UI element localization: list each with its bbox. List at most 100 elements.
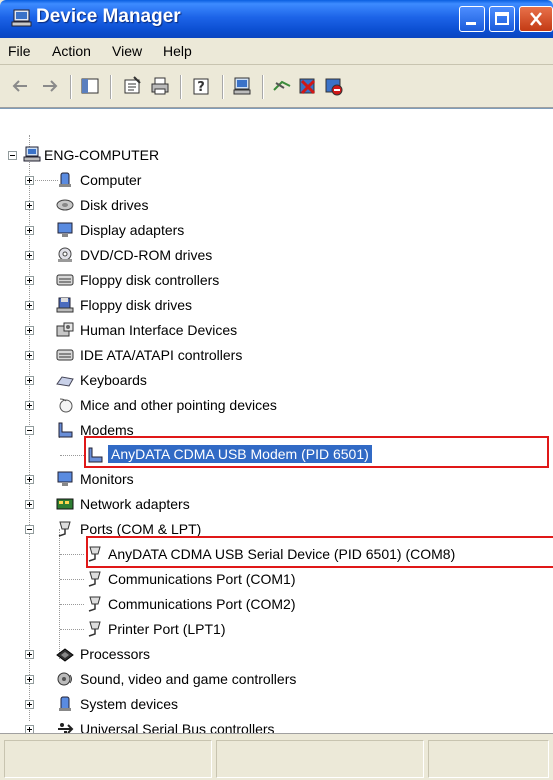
tree-item-disk-drives[interactable]: Disk drives xyxy=(0,193,553,218)
expand-toggle[interactable] xyxy=(25,650,34,659)
tree-item-com2[interactable]: Communications Port (COM2) xyxy=(0,592,553,617)
window-title: Device Manager xyxy=(36,6,181,27)
toolbar: ? xyxy=(0,65,553,108)
port-icon xyxy=(58,521,71,537)
expand-toggle[interactable] xyxy=(25,500,34,509)
uninstall-icon[interactable] xyxy=(298,76,318,96)
serial-device-highlight-box xyxy=(86,536,553,568)
tree-item-label: Floppy disk drives xyxy=(80,297,193,313)
tree-item-lpt1[interactable]: Printer Port (LPT1) xyxy=(0,617,553,642)
help-icon[interactable]: ? xyxy=(192,76,212,96)
network-adapter-icon xyxy=(56,498,74,510)
toolbar-separator xyxy=(110,75,112,99)
tree-item-label: Network adapters xyxy=(80,496,190,512)
back-icon[interactable] xyxy=(10,76,30,96)
device-manager-icon xyxy=(11,9,32,27)
computer-icon xyxy=(23,146,41,162)
toolbar-separator xyxy=(222,75,224,99)
tree-item-display-adapters[interactable]: Display adapters xyxy=(0,218,553,243)
status-pane xyxy=(428,740,549,778)
menu-view[interactable]: View xyxy=(112,43,142,59)
hid-icon xyxy=(56,322,74,337)
tree-item-label: Disk drives xyxy=(80,197,149,213)
show-hide-tree-icon[interactable] xyxy=(80,76,100,96)
tree-item-keyboards[interactable]: Keyboards xyxy=(0,368,553,393)
tree-item-label: Display adapters xyxy=(80,222,185,238)
menu-bar: File Action View Help xyxy=(0,38,553,65)
tree-item-mice[interactable]: Mice and other pointing devices xyxy=(0,393,553,418)
disable-icon[interactable] xyxy=(324,76,344,96)
toolbar-separator xyxy=(262,75,264,99)
sound-icon xyxy=(57,672,72,686)
status-pane xyxy=(4,740,212,778)
title-bar[interactable]: Device Manager xyxy=(0,0,553,38)
menu-file[interactable]: File xyxy=(8,43,31,59)
expand-toggle[interactable] xyxy=(25,301,34,310)
properties-icon[interactable] xyxy=(122,76,142,96)
expand-toggle[interactable] xyxy=(25,351,34,360)
keyboard-icon xyxy=(56,376,74,387)
tree-item-label: Monitors xyxy=(80,471,134,487)
collapse-toggle[interactable] xyxy=(25,426,34,435)
modem-highlight-box xyxy=(84,436,549,468)
controller-icon xyxy=(56,274,74,286)
tree-item-label: Communications Port (COM2) xyxy=(108,596,296,612)
toolbar-separator xyxy=(70,75,72,99)
computer-icon xyxy=(59,172,71,187)
expand-toggle[interactable] xyxy=(25,326,34,335)
expand-toggle[interactable] xyxy=(25,376,34,385)
maximize-button[interactable] xyxy=(489,6,515,32)
mouse-icon xyxy=(59,398,73,413)
expand-toggle[interactable] xyxy=(25,276,34,285)
expand-toggle[interactable] xyxy=(25,401,34,410)
device-tree[interactable]: ENG-COMPUTER Computer Disk drives Displa… xyxy=(0,108,553,737)
menu-action[interactable]: Action xyxy=(52,43,91,59)
collapse-toggle[interactable] xyxy=(25,525,34,534)
toolbar-separator xyxy=(180,75,182,99)
close-icon xyxy=(530,12,542,26)
expand-toggle[interactable] xyxy=(25,251,34,260)
tree-item-label: Keyboards xyxy=(80,372,147,388)
expand-toggle[interactable] xyxy=(25,226,34,235)
expand-toggle[interactable] xyxy=(25,201,34,210)
expand-toggle[interactable] xyxy=(25,675,34,684)
ide-controller-icon xyxy=(56,349,74,361)
tree-item-ide[interactable]: IDE ATA/ATAPI controllers xyxy=(0,343,553,368)
port-icon xyxy=(88,571,101,587)
tree-item-label: Ports (COM & LPT) xyxy=(80,521,202,537)
tree-item-sound[interactable]: Sound, video and game controllers xyxy=(0,667,553,692)
tree-item-processors[interactable]: Processors xyxy=(0,642,553,667)
tree-item-monitors[interactable]: Monitors xyxy=(0,467,553,492)
monitor-icon xyxy=(57,471,73,486)
tree-item-floppy-drives[interactable]: Floppy disk drives xyxy=(0,293,553,318)
floppy-drive-icon xyxy=(56,297,74,313)
expand-toggle[interactable] xyxy=(25,475,34,484)
tree-item-network-adapters[interactable]: Network adapters xyxy=(0,492,553,517)
device-manager-window: Device Manager File Action View Help ? E… xyxy=(0,0,553,780)
expand-toggle[interactable] xyxy=(25,176,34,185)
tree-item-label: DVD/CD-ROM drives xyxy=(80,247,213,263)
tree-item-label: Communications Port (COM1) xyxy=(108,571,296,587)
tree-item-computer[interactable]: Computer xyxy=(0,168,553,193)
collapse-toggle[interactable] xyxy=(8,151,17,160)
print-icon[interactable] xyxy=(150,76,170,96)
processor-icon xyxy=(56,648,74,662)
disk-drive-icon xyxy=(56,199,74,211)
forward-icon[interactable] xyxy=(40,76,60,96)
update-driver-icon[interactable] xyxy=(272,76,292,96)
close-button[interactable] xyxy=(519,6,553,32)
tree-item-dvd-cd-rom[interactable]: DVD/CD-ROM drives xyxy=(0,243,553,268)
system-device-icon xyxy=(59,696,71,711)
tree-item-system-devices[interactable]: System devices xyxy=(0,692,553,717)
tree-item-floppy-controllers[interactable]: Floppy disk controllers xyxy=(0,268,553,293)
tree-item-label: IDE ATA/ATAPI controllers xyxy=(80,347,243,363)
tree-item-label: Computer xyxy=(80,172,142,188)
tree-item-label: System devices xyxy=(80,696,179,712)
scan-hardware-icon[interactable] xyxy=(232,76,252,96)
tree-item-com1[interactable]: Communications Port (COM1) xyxy=(0,567,553,592)
minimize-button[interactable] xyxy=(459,6,485,32)
menu-help[interactable]: Help xyxy=(163,43,192,59)
tree-item-hid[interactable]: Human Interface Devices xyxy=(0,318,553,343)
tree-item-label: Human Interface Devices xyxy=(80,322,238,338)
expand-toggle[interactable] xyxy=(25,700,34,709)
